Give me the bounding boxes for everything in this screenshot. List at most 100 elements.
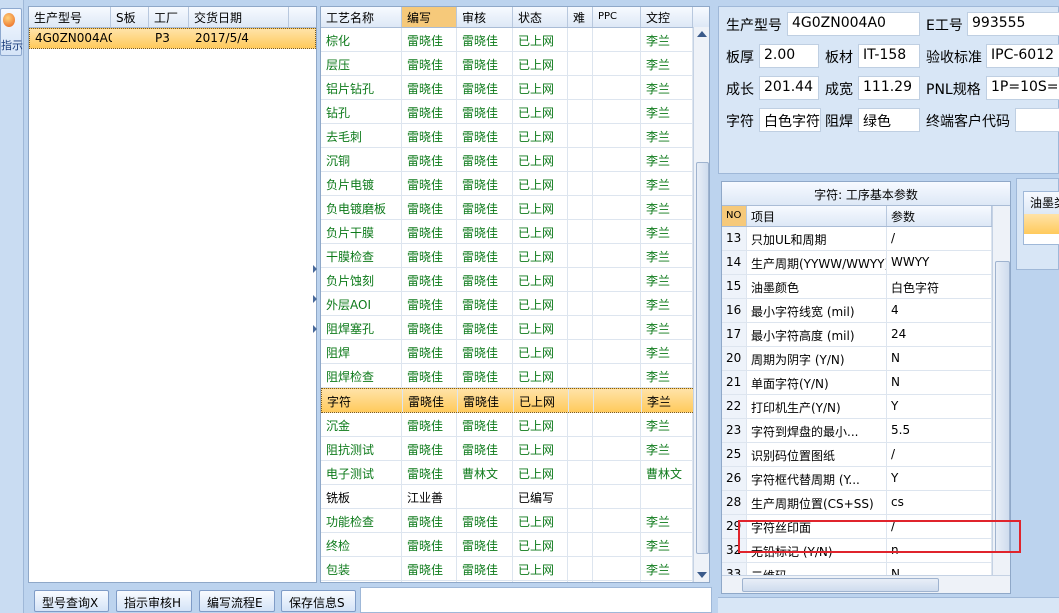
process-row[interactable]: 终检 雷晓佳 雷晓佳 已上网 李兰 <box>321 533 709 557</box>
panel-splitter[interactable] <box>312 255 318 345</box>
col-item[interactable]: 项目 <box>747 206 887 226</box>
mask-field[interactable]: 绿色 <box>858 108 920 132</box>
col-status[interactable]: 状态 <box>513 7 568 27</box>
process-row[interactable]: 功能检查 雷晓佳 雷晓佳 已上网 李兰 <box>321 509 709 533</box>
process-row[interactable]: 负片蚀刻 雷晓佳 雷晓佳 已上网 李兰 <box>321 268 709 292</box>
length-field[interactable]: 201.44 <box>759 76 819 100</box>
col-ppc[interactable]: PPC <box>593 7 641 27</box>
cell-status: 已上网 <box>513 340 568 363</box>
model-field[interactable]: 4G0ZN004A0 <box>787 12 920 36</box>
save-info-button[interactable]: 保存信息S <box>281 590 356 612</box>
process-row[interactable]: 包装 雷晓佳 雷晓佳 已上网 李兰 <box>321 557 709 581</box>
process-row[interactable]: 层压 雷晓佳 雷晓佳 已上网 李兰 <box>321 52 709 76</box>
process-row[interactable]: 去毛刺 雷晓佳 雷晓佳 已上网 李兰 <box>321 124 709 148</box>
cell-process-name: 阻焊检查 <box>321 364 402 387</box>
right-grid-row[interactable] <box>1024 214 1059 234</box>
cell-doc-control: 李兰 <box>641 28 693 51</box>
cell-no: 25 <box>722 443 747 466</box>
cell-reviewer: 雷晓佳 <box>457 148 513 171</box>
param-row[interactable]: 25 识别码位置图纸 / <box>722 443 1010 467</box>
width-field[interactable]: 111.29 <box>858 76 920 100</box>
instruction-button[interactable]: 指示 <box>0 8 23 56</box>
standard-label: 验收标准 <box>926 50 982 66</box>
cell-ppc <box>593 292 641 315</box>
param-row[interactable]: 23 字符到焊盘的最小... 5.5 <box>722 419 1010 443</box>
cell-doc-control: 李兰 <box>641 100 693 123</box>
param-row[interactable]: 20 周期为阴字 (Y/N) N <box>722 347 1010 371</box>
param-row[interactable]: 13 只加UL和周期 / <box>722 227 1010 251</box>
scroll-thumb[interactable] <box>995 261 1010 553</box>
process-row[interactable]: 钻孔 雷晓佳 雷晓佳 已上网 李兰 <box>321 100 709 124</box>
param-row[interactable]: 15 油墨颜色 白色字符 <box>722 275 1010 299</box>
process-row[interactable]: 阻焊 雷晓佳 雷晓佳 已上网 李兰 <box>321 340 709 364</box>
param-row[interactable]: 26 字符框代替周期 (Y... Y <box>722 467 1010 491</box>
param-hscrollbar[interactable] <box>722 575 1010 593</box>
col-param[interactable]: 参数 <box>887 206 992 226</box>
cell-ppc <box>593 509 641 532</box>
cell-difficulty <box>568 509 593 532</box>
char-field[interactable]: 白色字符 <box>759 108 821 132</box>
cell-author: 雷晓佳 <box>402 196 457 219</box>
param-row[interactable]: 16 最小字符线宽 (mil) 4 <box>722 299 1010 323</box>
right-grid-header[interactable]: 油墨类 <box>1024 192 1059 214</box>
param-row[interactable]: 21 单面字符(Y/N) N <box>722 371 1010 395</box>
process-row[interactable]: 阻焊检查 雷晓佳 雷晓佳 已上网 李兰 <box>321 364 709 388</box>
process-row[interactable]: 沉铜 雷晓佳 雷晓佳 已上网 李兰 <box>321 148 709 172</box>
process-row[interactable]: 负片干膜 雷晓佳 雷晓佳 已上网 李兰 <box>321 220 709 244</box>
length-label: 成长 <box>726 82 754 98</box>
param-row[interactable]: 28 生产周期位置(CS+SS) cs <box>722 491 1010 515</box>
param-row[interactable]: 14 生产周期(YYWW/WWYY) WWYY <box>722 251 1010 275</box>
col-reviewer[interactable]: 审核 <box>457 7 513 27</box>
cell-difficulty <box>568 220 593 243</box>
cell-no: 17 <box>722 323 747 346</box>
cell-difficulty <box>568 413 593 436</box>
col-s-board[interactable]: S板 <box>111 7 149 27</box>
col-no[interactable]: NO <box>722 206 747 226</box>
process-row[interactable]: 沉金 雷晓佳 雷晓佳 已上网 李兰 <box>321 413 709 437</box>
cell-reviewer: 曹林文 <box>457 461 513 484</box>
col-factory[interactable]: 工厂 <box>149 7 189 27</box>
process-row[interactable]: 字符 雷晓佳 雷晓佳 已上网 李兰 <box>321 388 709 413</box>
col-delivery-date[interactable]: 交货日期 <box>189 7 289 27</box>
param-row[interactable]: 17 最小字符高度 (mil) 24 <box>722 323 1010 347</box>
process-row[interactable]: 成品仓雷晓佳雷晓佳已上网李兰 <box>321 581 709 582</box>
material-field[interactable]: IT-158 <box>858 44 920 68</box>
process-row[interactable]: 负片电镀 雷晓佳 雷晓佳 已上网 李兰 <box>321 172 709 196</box>
col-difficulty[interactable]: 难 <box>568 7 593 27</box>
cell-ppc <box>593 581 641 582</box>
process-row[interactable]: 棕化 雷晓佳 雷晓佳 已上网 李兰 <box>321 28 709 52</box>
process-row[interactable]: 外层AOI 雷晓佳 雷晓佳 已上网 李兰 <box>321 292 709 316</box>
scroll-thumb[interactable] <box>742 578 939 592</box>
process-row[interactable]: 干膜检查 雷晓佳 雷晓佳 已上网 李兰 <box>321 244 709 268</box>
col-doc-control[interactable]: 文控 <box>641 7 693 27</box>
col-author[interactable]: 编写 <box>402 7 457 27</box>
thickness-field[interactable]: 2.00 <box>759 44 819 68</box>
cell-ppc <box>593 172 641 195</box>
process-row[interactable]: 阻焊塞孔 雷晓佳 雷晓佳 已上网 李兰 <box>321 316 709 340</box>
edit-flow-button[interactable]: 编写流程E <box>199 590 275 612</box>
standard-field[interactable]: IPC-6012 I <box>986 44 1059 68</box>
scroll-down-icon[interactable] <box>697 572 707 578</box>
process-row[interactable]: 电子测试 雷晓佳 曹林文 已上网 曹林文 <box>321 461 709 485</box>
process-row[interactable]: 阻抗测试 雷晓佳 雷晓佳 已上网 李兰 <box>321 437 709 461</box>
scroll-thumb[interactable] <box>696 162 709 554</box>
scroll-up-icon[interactable] <box>697 31 707 37</box>
process-row[interactable]: 负电镀磨板 雷晓佳 雷晓佳 已上网 李兰 <box>321 196 709 220</box>
cell-ppc <box>593 124 641 147</box>
col-model[interactable]: 生产型号 <box>29 7 111 27</box>
process-row[interactable]: 铣板 江业善 已编写 <box>321 485 709 509</box>
param-row[interactable]: 22 打印机生产(Y/N) Y <box>722 395 1010 419</box>
cell-difficulty <box>568 461 593 484</box>
cell-status: 已上网 <box>513 413 568 436</box>
process-row[interactable]: 铝片钻孔 雷晓佳 雷晓佳 已上网 李兰 <box>321 76 709 100</box>
instruction-review-button[interactable]: 指示审核H <box>116 590 192 612</box>
col-process-name[interactable]: 工艺名称 <box>321 7 402 27</box>
model-query-button[interactable]: 型号查询X <box>34 590 109 612</box>
cell-doc-control <box>641 485 693 508</box>
process-scrollbar[interactable] <box>693 27 709 582</box>
customer-field[interactable] <box>1015 108 1059 132</box>
pnl-field[interactable]: 1P=10S=20 <box>986 76 1059 100</box>
cell-ppc <box>593 28 641 51</box>
eno-field[interactable]: 993555 <box>967 12 1059 36</box>
model-row[interactable]: 4G0ZN004A0 P3 2017/5/4 <box>29 28 316 49</box>
